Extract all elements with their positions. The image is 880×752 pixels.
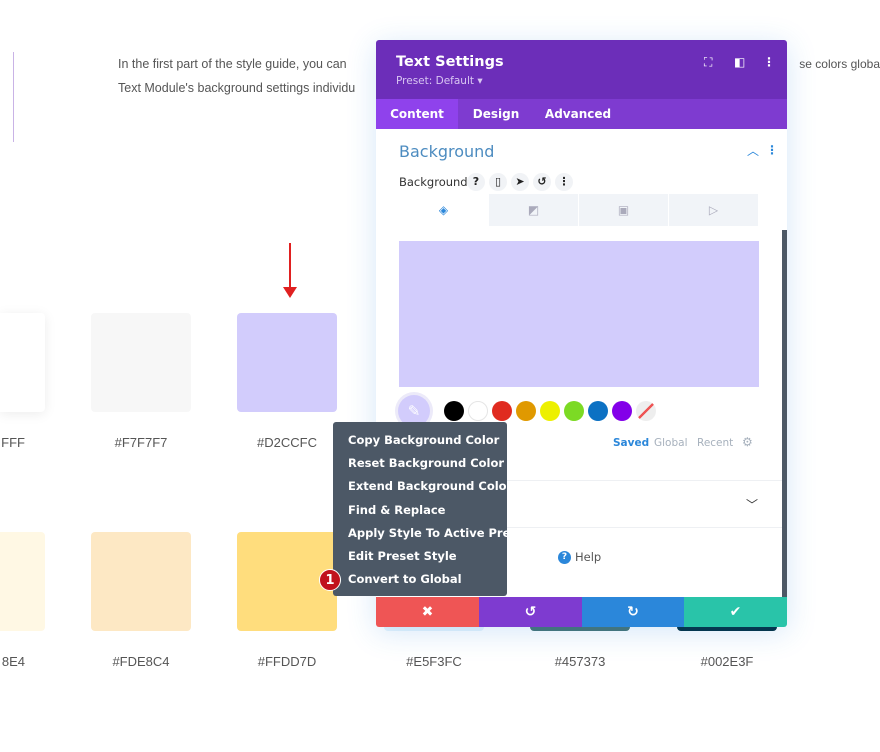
intro-text-line1: In the first part of the style guide, yo… [118,57,347,71]
undo-button[interactable]: ↺ [479,597,582,627]
swatch-label: #002E3F [700,654,754,669]
swatch-label: 8E4 [1,654,25,669]
paint-bucket-icon: ◈ [438,203,449,217]
help-circle-icon[interactable]: ? [558,551,571,564]
palette-color-green[interactable] [564,401,584,421]
responsive-icon[interactable]: ▯ [489,173,507,191]
menu-item-find-replace[interactable]: Find & Replace [333,500,507,523]
menu-item-copy-background-color[interactable]: Copy Background Color [333,430,507,453]
panel-tabs: Content Design Advanced [376,99,787,129]
video-icon: ▷ [708,203,719,217]
fullscreen-icon[interactable]: ⛶ [704,55,712,70]
section-more-icon[interactable]: ⋮ [766,143,778,157]
swatch-white [0,313,45,412]
bg-color-tab[interactable]: ◈ [399,194,488,226]
swatch-fde8c4 [91,532,191,631]
more-icon[interactable]: ⋮ [763,55,775,69]
redo-button[interactable]: ↻ [582,597,684,627]
swatch-label: FFF [1,435,25,450]
intro-text-line2: Text Module's background settings indivi… [118,81,356,95]
section-title-background[interactable]: Background [399,142,494,161]
help-link[interactable]: Help [575,550,601,564]
gradient-icon: ◩ [527,203,540,217]
swatch-d2ccfc [237,313,337,412]
color-preview[interactable] [399,241,759,387]
swatch-label: #D2CCFC [257,435,317,450]
palette-color-blue[interactable] [588,401,608,421]
menu-item-apply-style-to-preset[interactable]: Apply Style To Active Preset [333,523,531,546]
palette-color-white[interactable] [468,401,488,421]
bg-video-tab[interactable]: ▷ [669,194,758,226]
palette-color-orange[interactable] [516,401,536,421]
palette-color-black[interactable] [444,401,464,421]
swatch-label: #457373 [554,654,606,669]
split-view-icon[interactable]: ◧ [734,55,745,69]
menu-item-extend-background-color[interactable]: Extend Background Color [333,476,512,499]
context-menu: Copy Background Color Reset Background C… [333,422,531,596]
cancel-button[interactable]: ✖ [376,597,479,627]
red-arrow [289,243,291,291]
panel-header[interactable]: Text Settings Preset: Default ▾ ⛶ ◧ ⋮ [376,40,787,99]
chevron-up-icon[interactable]: ︿ [747,142,759,159]
palette-tab-recent[interactable]: Recent [697,437,733,449]
swatch-label: #FFDD7D [257,654,317,669]
background-field-label: Background [399,175,468,189]
tab-design[interactable]: Design [458,99,534,129]
palette-no-color-icon[interactable] [636,401,656,421]
menu-item-convert-to-global[interactable]: Convert to Global [333,569,507,592]
red-arrow-head [283,287,297,298]
swatch-f7f7f7 [91,313,191,412]
gear-icon[interactable]: ⚙ [742,435,753,449]
help-icon[interactable]: ? [467,173,485,191]
bg-image-tab[interactable]: ▣ [579,194,668,226]
swatch-fff8e4 [0,532,45,631]
swatch-label: #F7F7F7 [114,435,168,450]
menu-item-reset-background-color[interactable]: Reset Background Color [333,453,507,476]
palette-tab-global[interactable]: Global [654,437,688,449]
reset-icon[interactable]: ↺ [533,173,551,191]
intro-text-line1-end: se colors globa [799,57,880,71]
palette-color-red[interactable] [492,401,512,421]
tab-advanced[interactable]: Advanced [534,99,622,129]
options-icon[interactable]: ⋮ [555,173,573,191]
palette-tab-saved[interactable]: Saved [613,437,649,449]
preset-dropdown[interactable]: Preset: Default ▾ [396,75,483,87]
divider-line [13,52,14,142]
step-badge: 1 [319,569,341,591]
panel-title: Text Settings [396,54,504,70]
menu-item-edit-preset-style[interactable]: Edit Preset Style [333,546,507,569]
palette-color-purple[interactable] [612,401,632,421]
scrollbar[interactable] [782,230,787,597]
swatch-label: #E5F3FC [406,654,462,669]
bg-gradient-tab[interactable]: ◩ [489,194,578,226]
image-icon: ▣ [617,203,630,217]
swatch-label: #FDE8C4 [112,654,170,669]
tab-content[interactable]: Content [376,99,458,129]
palette-color-yellow[interactable] [540,401,560,421]
chevron-down-icon[interactable]: ﹀ [746,496,758,513]
hover-icon[interactable]: ➤ [511,173,529,191]
save-button[interactable]: ✔ [684,597,787,627]
